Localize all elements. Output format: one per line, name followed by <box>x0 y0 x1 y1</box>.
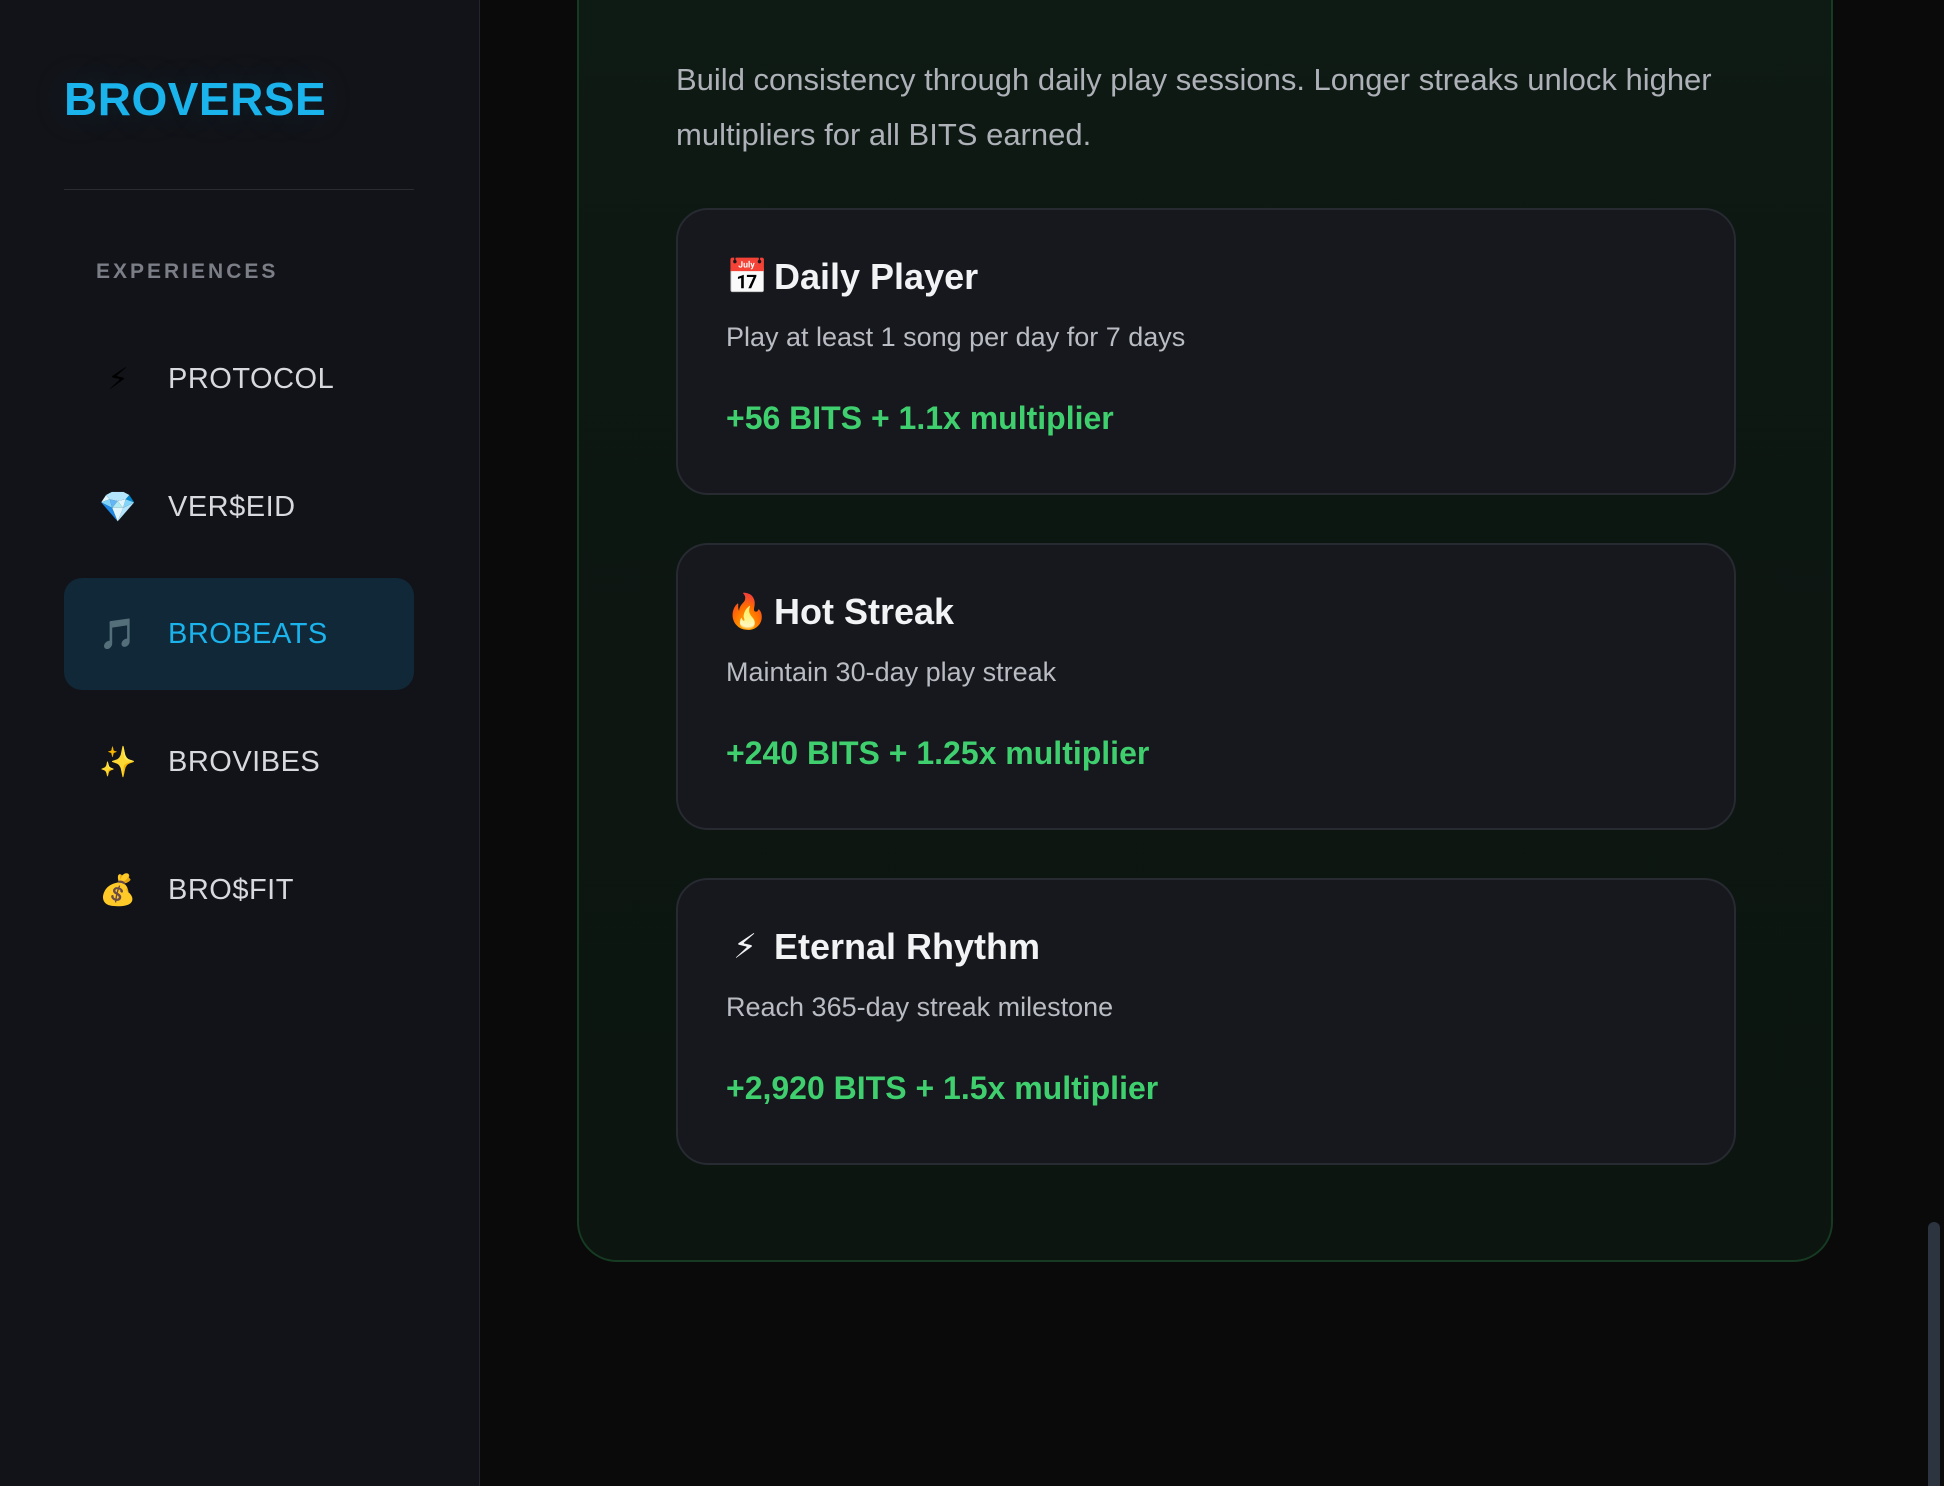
sparkles-icon: ✨ <box>99 745 137 779</box>
sidebar-section-label: EXPERIENCES <box>96 260 279 283</box>
card-title-text: Hot Streak <box>774 591 955 632</box>
sidebar-item-label: BROVIBES <box>168 745 321 778</box>
streak-panel: Build consistency through daily play ses… <box>577 0 1833 1262</box>
card-reward: +240 BITS + 1.25x multiplier <box>726 735 1150 771</box>
brand-logo[interactable]: BROVERSE <box>64 72 326 126</box>
music-note-icon: 🎵 <box>99 617 137 651</box>
card-reward: +2,920 BITS + 1.5x multiplier <box>726 1070 1159 1106</box>
sidebar-item-label: VER$EID <box>168 490 296 523</box>
main-content: Build consistency through daily play ses… <box>481 0 1944 1486</box>
scrollbar-thumb[interactable] <box>1928 1222 1940 1486</box>
app-root: BROVERSE EXPERIENCES ⚡ PROTOCOL 💎 VER$EI… <box>0 0 1944 1486</box>
sidebar-item-brovibes[interactable]: ✨ BROVIBES <box>64 706 414 818</box>
card-title: ⚡ Eternal Rhythm <box>726 926 1040 968</box>
card-title-text: Daily Player <box>774 256 979 297</box>
sidebar-divider <box>64 189 414 190</box>
sidebar-item-brosfit[interactable]: 💰 BRO$FIT <box>64 834 414 946</box>
achievement-card-hot-streak[interactable]: 🔥 Hot Streak Maintain 30-day play streak… <box>676 543 1736 830</box>
card-title-text: Eternal Rhythm <box>774 926 1041 967</box>
fire-icon: 🔥 <box>726 593 769 631</box>
sidebar: BROVERSE EXPERIENCES ⚡ PROTOCOL 💎 VER$EI… <box>0 0 480 1486</box>
sidebar-item-brobeats[interactable]: 🎵 BROBEATS <box>64 578 414 690</box>
sidebar-item-protocol[interactable]: ⚡ PROTOCOL <box>64 323 414 435</box>
card-description: Reach 365-day streak milestone <box>726 992 1114 1022</box>
card-reward: +56 BITS + 1.1x multiplier <box>726 400 1114 436</box>
sidebar-item-label: BROBEATS <box>168 617 328 650</box>
card-title: 📅 Daily Player <box>726 256 978 298</box>
panel-intro: Build consistency through daily play ses… <box>676 62 1712 152</box>
sidebar-item-label: BRO$FIT <box>168 873 294 906</box>
lightning-icon: ⚡ <box>733 928 757 966</box>
sidebar-item-verseid[interactable]: 💎 VER$EID <box>64 451 414 563</box>
card-description: Maintain 30-day play streak <box>726 657 1057 687</box>
sidebar-item-label: PROTOCOL <box>168 362 335 395</box>
gem-icon: 💎 <box>99 490 137 524</box>
lightning-icon: ⚡ <box>107 362 129 396</box>
scrollbar[interactable] <box>1924 0 1944 1486</box>
card-title: 🔥 Hot Streak <box>726 591 954 633</box>
calendar-icon: 📅 <box>726 258 769 296</box>
achievement-card-daily-player[interactable]: 📅 Daily Player Play at least 1 song per … <box>676 208 1736 495</box>
money-bag-icon: 💰 <box>99 873 137 907</box>
achievement-card-eternal-rhythm[interactable]: ⚡ Eternal Rhythm Reach 365-day streak mi… <box>676 878 1736 1165</box>
card-description: Play at least 1 song per day for 7 days <box>726 322 1186 352</box>
